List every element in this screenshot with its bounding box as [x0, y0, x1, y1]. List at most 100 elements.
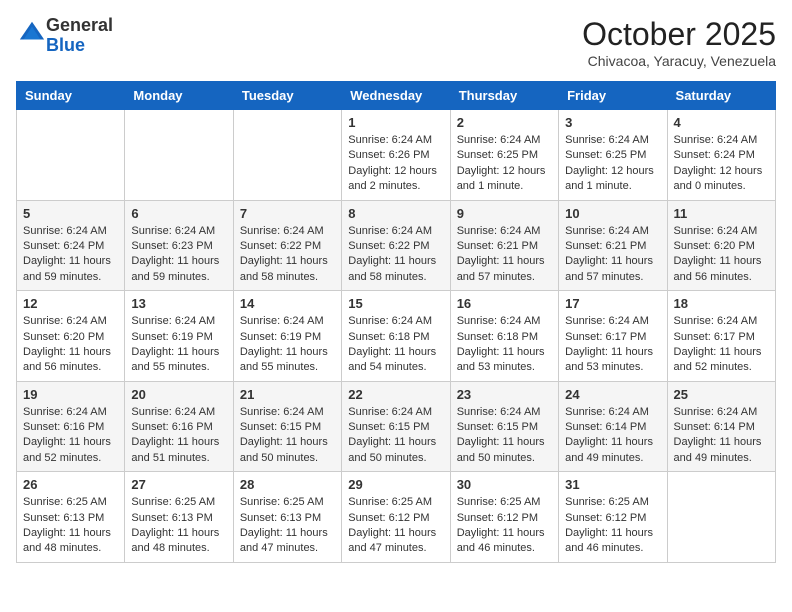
day-number: 17: [565, 296, 660, 311]
calendar-cell: 15 Sunrise: 6:24 AMSunset: 6:18 PMDayligh…: [342, 291, 450, 382]
day-info: Sunrise: 6:24 AMSunset: 6:21 PMDaylight:…: [565, 224, 660, 286]
logo: General Blue: [16, 16, 113, 56]
day-number: 23: [457, 387, 552, 402]
calendar-table: SundayMondayTuesdayWednesdayThursdayFrid…: [16, 81, 776, 563]
day-number: 19: [23, 387, 118, 402]
calendar-header-monday: Monday: [125, 82, 233, 110]
calendar-cell: 16 Sunrise: 6:24 AMSunset: 6:18 PMDayligh…: [450, 291, 558, 382]
day-number: 5: [23, 206, 118, 221]
day-info: Sunrise: 6:24 AMSunset: 6:25 PMDaylight:…: [565, 133, 660, 195]
day-number: 11: [674, 206, 769, 221]
day-number: 21: [240, 387, 335, 402]
day-number: 29: [348, 477, 443, 492]
day-number: 16: [457, 296, 552, 311]
day-number: 12: [23, 296, 118, 311]
calendar-cell: 4 Sunrise: 6:24 AMSunset: 6:24 PMDaylight…: [667, 110, 775, 201]
day-info: Sunrise: 6:25 AMSunset: 6:12 PMDaylight:…: [457, 495, 552, 557]
calendar-cell: 22Sunrise: 6:24 AMSunset: 6:15 PMDayligh…: [342, 381, 450, 472]
day-number: 18: [674, 296, 769, 311]
calendar-header-wednesday: Wednesday: [342, 82, 450, 110]
day-info: Sunrise: 6:25 AMSunset: 6:12 PMDaylight:…: [348, 495, 443, 557]
day-info: Sunrise: 6:25 AMSunset: 6:13 PMDaylight:…: [240, 495, 335, 557]
day-info: Sunrise: 6:24 AMSunset: 6:24 PMDaylight:…: [23, 224, 118, 286]
logo-blue-text: Blue: [46, 35, 85, 55]
day-info: Sunrise: 6:25 AMSunset: 6:12 PMDaylight:…: [565, 495, 660, 557]
page-header: General Blue October 2025 Chivacoa, Yara…: [16, 16, 776, 69]
calendar-cell: 25 Sunrise: 6:24 AMSunset: 6:14 PMDayligh…: [667, 381, 775, 472]
calendar-cell: 28 Sunrise: 6:25 AMSunset: 6:13 PMDayligh…: [233, 472, 341, 563]
calendar-cell: 10 Sunrise: 6:24 AMSunset: 6:21 PMDayligh…: [559, 200, 667, 291]
day-info: Sunrise: 6:24 AMSunset: 6:14 PMDaylight:…: [565, 405, 660, 467]
calendar-week-row: 5 Sunrise: 6:24 AMSunset: 6:24 PMDaylight…: [17, 200, 776, 291]
calendar-cell: 23 Sunrise: 6:24 AMSunset: 6:15 PMDayligh…: [450, 381, 558, 472]
calendar-cell: [17, 110, 125, 201]
calendar-cell: 8 Sunrise: 6:24 AMSunset: 6:22 PMDaylight…: [342, 200, 450, 291]
day-number: 15: [348, 296, 443, 311]
day-info: Sunrise: 6:24 AMSunset: 6:16 PMDaylight:…: [131, 405, 226, 467]
day-number: 8: [348, 206, 443, 221]
day-info: Sunrise: 6:24 AMSunset: 6:15 PMDaylight:…: [240, 405, 335, 467]
day-info: Sunrise: 6:24 AMSunset: 6:21 PMDaylight:…: [457, 224, 552, 286]
day-info: Sunrise: 6:24 AMSunset: 6:22 PMDaylight:…: [240, 224, 335, 286]
calendar-cell: 3 Sunrise: 6:24 AMSunset: 6:25 PMDaylight…: [559, 110, 667, 201]
day-number: 2: [457, 115, 552, 130]
day-number: 31: [565, 477, 660, 492]
day-info: Sunrise: 6:24 AMSunset: 6:14 PMDaylight:…: [674, 405, 769, 467]
calendar-cell: 13 Sunrise: 6:24 AMSunset: 6:19 PMDayligh…: [125, 291, 233, 382]
calendar-cell: 19 Sunrise: 6:24 AMSunset: 6:16 PMDayligh…: [17, 381, 125, 472]
calendar-week-row: 26Sunrise: 6:25 AMSunset: 6:13 PMDayligh…: [17, 472, 776, 563]
calendar-cell: 20 Sunrise: 6:24 AMSunset: 6:16 PMDayligh…: [125, 381, 233, 472]
day-info: Sunrise: 6:24 AMSunset: 6:25 PMDaylight:…: [457, 133, 552, 195]
day-info: Sunrise: 6:25 AMSunset: 6:13 PMDaylight:…: [23, 495, 118, 557]
day-number: 30: [457, 477, 552, 492]
calendar-cell: 7 Sunrise: 6:24 AMSunset: 6:22 PMDaylight…: [233, 200, 341, 291]
calendar-cell: 14 Sunrise: 6:24 AMSunset: 6:19 PMDayligh…: [233, 291, 341, 382]
day-number: 6: [131, 206, 226, 221]
day-info: Sunrise: 6:24 AMSunset: 6:17 PMDaylight:…: [565, 314, 660, 376]
day-number: 1: [348, 115, 443, 130]
day-number: 13: [131, 296, 226, 311]
calendar-week-row: 19 Sunrise: 6:24 AMSunset: 6:16 PMDayligh…: [17, 381, 776, 472]
day-info: Sunrise: 6:24 AMSunset: 6:19 PMDaylight:…: [131, 314, 226, 376]
calendar-cell: 30 Sunrise: 6:25 AMSunset: 6:12 PMDayligh…: [450, 472, 558, 563]
calendar-cell: 5 Sunrise: 6:24 AMSunset: 6:24 PMDaylight…: [17, 200, 125, 291]
day-number: 20: [131, 387, 226, 402]
day-info: Sunrise: 6:24 AMSunset: 6:23 PMDaylight:…: [131, 224, 226, 286]
day-info: Sunrise: 6:24 AMSunset: 6:16 PMDaylight:…: [23, 405, 118, 467]
day-info: Sunrise: 6:24 AMSunset: 6:19 PMDaylight:…: [240, 314, 335, 376]
calendar-cell: 18 Sunrise: 6:24 AMSunset: 6:17 PMDayligh…: [667, 291, 775, 382]
calendar-cell: 17 Sunrise: 6:24 AMSunset: 6:17 PMDayligh…: [559, 291, 667, 382]
day-number: 27: [131, 477, 226, 492]
calendar-cell: 21 Sunrise: 6:24 AMSunset: 6:15 PMDayligh…: [233, 381, 341, 472]
day-info: Sunrise: 6:24 AMSunset: 6:18 PMDaylight:…: [348, 314, 443, 376]
day-info: Sunrise: 6:24 AMSunset: 6:15 PMDaylight:…: [348, 405, 443, 467]
calendar-header-sunday: Sunday: [17, 82, 125, 110]
day-info: Sunrise: 6:24 AMSunset: 6:18 PMDaylight:…: [457, 314, 552, 376]
day-info: Sunrise: 6:24 AMSunset: 6:20 PMDaylight:…: [23, 314, 118, 376]
calendar-cell: [125, 110, 233, 201]
calendar-cell: 27Sunrise: 6:25 AMSunset: 6:13 PMDayligh…: [125, 472, 233, 563]
day-info: Sunrise: 6:24 AMSunset: 6:15 PMDaylight:…: [457, 405, 552, 467]
day-number: 25: [674, 387, 769, 402]
calendar-cell: 31 Sunrise: 6:25 AMSunset: 6:12 PMDayligh…: [559, 472, 667, 563]
calendar-header-friday: Friday: [559, 82, 667, 110]
day-number: 4: [674, 115, 769, 130]
day-info: Sunrise: 6:24 AMSunset: 6:17 PMDaylight:…: [674, 314, 769, 376]
day-number: 28: [240, 477, 335, 492]
day-info: Sunrise: 6:24 AMSunset: 6:26 PMDaylight:…: [348, 133, 443, 195]
day-number: 14: [240, 296, 335, 311]
day-number: 7: [240, 206, 335, 221]
day-info: Sunrise: 6:24 AMSunset: 6:22 PMDaylight:…: [348, 224, 443, 286]
day-number: 3: [565, 115, 660, 130]
day-number: 10: [565, 206, 660, 221]
calendar-cell: 26Sunrise: 6:25 AMSunset: 6:13 PMDayligh…: [17, 472, 125, 563]
calendar-cell: 6 Sunrise: 6:24 AMSunset: 6:23 PMDaylight…: [125, 200, 233, 291]
day-info: Sunrise: 6:24 AMSunset: 6:24 PMDaylight:…: [674, 133, 769, 195]
calendar-week-row: 12 Sunrise: 6:24 AMSunset: 6:20 PMDayligh…: [17, 291, 776, 382]
logo-general-text: General: [46, 15, 113, 35]
calendar-cell: 1 Sunrise: 6:24 AMSunset: 6:26 PMDaylight…: [342, 110, 450, 201]
calendar-week-row: 1 Sunrise: 6:24 AMSunset: 6:26 PMDaylight…: [17, 110, 776, 201]
calendar-cell: [233, 110, 341, 201]
logo-icon: [18, 19, 46, 47]
calendar-cell: [667, 472, 775, 563]
